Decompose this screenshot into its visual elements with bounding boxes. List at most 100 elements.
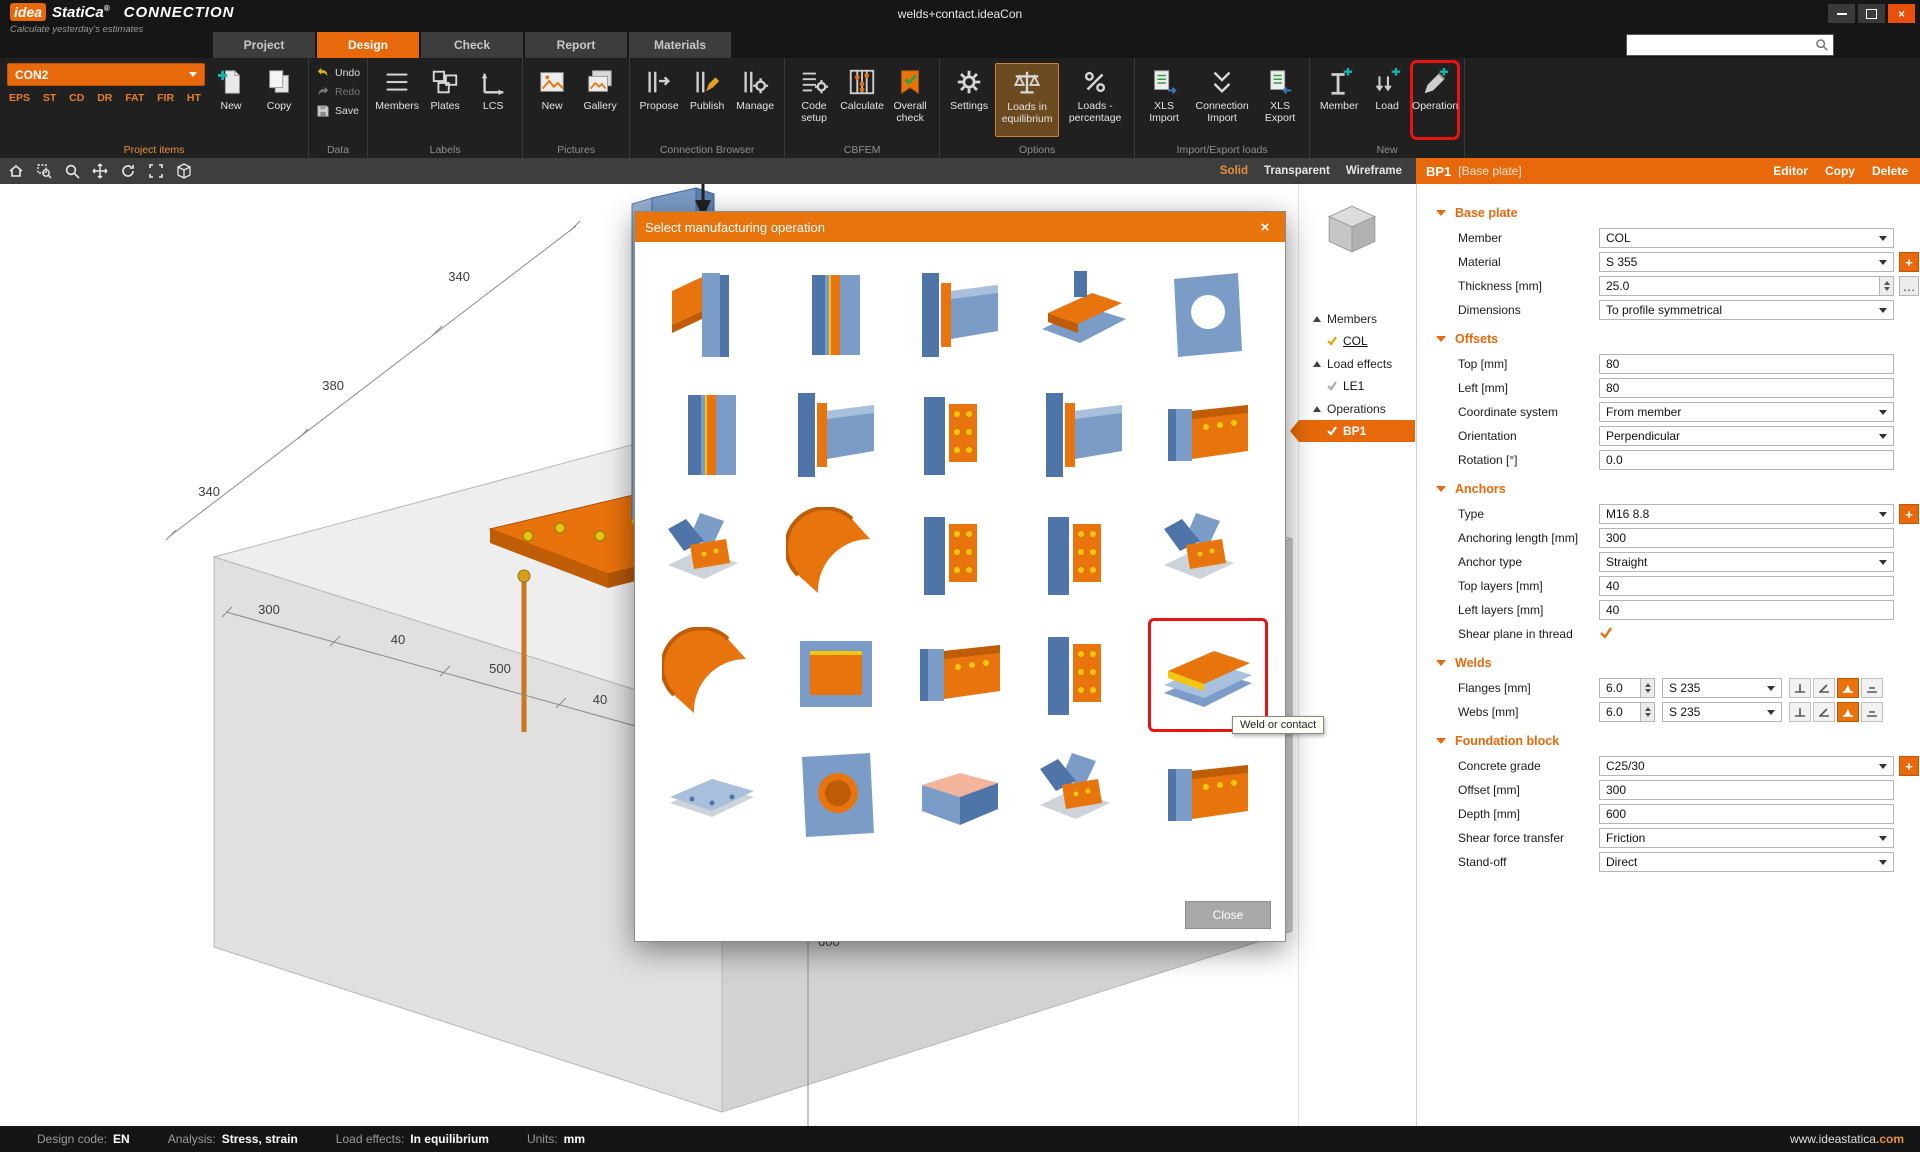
new-load-button[interactable]: Load <box>1365 63 1409 137</box>
picture-gallery-button[interactable]: Gallery <box>578 63 622 137</box>
copy-operation-button[interactable]: Copy <box>1825 164 1855 178</box>
operation-5[interactable] <box>1152 262 1264 368</box>
undo-button[interactable]: Undo <box>316 65 360 81</box>
section-base-plate[interactable]: Base plate <box>1417 200 1920 226</box>
operation-10[interactable] <box>1152 382 1264 488</box>
code-setup-button[interactable]: Code setup <box>792 63 836 137</box>
operation-21[interactable] <box>656 742 768 848</box>
tree-item-col[interactable]: COL <box>1299 330 1417 352</box>
overall-check-button[interactable]: Overall check <box>888 63 932 137</box>
delete-operation-button[interactable]: Delete <box>1872 164 1908 178</box>
standoff-select[interactable]: Direct <box>1599 852 1894 872</box>
code-ht[interactable]: HT <box>187 92 201 104</box>
operation-weld-or-contact[interactable] <box>1152 622 1264 728</box>
manage-button[interactable]: Manage <box>733 63 777 137</box>
operation-3[interactable] <box>904 262 1016 368</box>
tree-item-le1[interactable]: LE1 <box>1299 375 1417 397</box>
webs-size-input[interactable]: 6.0 <box>1599 702 1641 722</box>
labels-plates-button[interactable]: Plates <box>423 63 467 137</box>
section-foundation-block[interactable]: Foundation block <box>1417 728 1920 754</box>
weld-type-butt-icon[interactable] <box>1861 702 1883 722</box>
foundation-offset-input[interactable]: 300 <box>1599 780 1894 800</box>
operation-15[interactable] <box>1152 502 1264 608</box>
minimize-button[interactable] <box>1828 4 1855 23</box>
operation-19[interactable] <box>1028 622 1140 728</box>
operation-12[interactable] <box>780 502 892 608</box>
new-project-item-button[interactable]: New <box>209 63 253 137</box>
anchor-grade-select[interactable]: M16 8.8 <box>1599 504 1894 524</box>
zoom-button[interactable] <box>60 160 84 182</box>
anchor-type-select[interactable]: Straight <box>1599 552 1894 572</box>
weld-type-bevel-icon[interactable] <box>1813 702 1835 722</box>
connection-import-button[interactable]: Connection Import <box>1190 63 1254 137</box>
code-fat[interactable]: DR <box>97 92 112 104</box>
tree-operations-header[interactable]: Operations <box>1299 397 1417 420</box>
home-view-button[interactable] <box>4 160 28 182</box>
shear-force-transfer-select[interactable]: Friction <box>1599 828 1894 848</box>
dialog-close-icon[interactable]: × <box>1255 219 1275 236</box>
orientation-select[interactable]: Perpendicular <box>1599 426 1894 446</box>
weld-type-fillet-icon[interactable] <box>1789 678 1811 698</box>
section-offsets[interactable]: Offsets <box>1417 326 1920 352</box>
weld-type-double-fillet-icon[interactable] <box>1837 678 1859 698</box>
operation-16[interactable] <box>656 622 768 728</box>
operation-2[interactable] <box>780 262 892 368</box>
anchoring-length-input[interactable]: 300 <box>1599 528 1894 548</box>
code-cd[interactable]: CD <box>69 92 84 104</box>
material-select[interactable]: S 355 <box>1599 252 1894 272</box>
thickness-input[interactable]: 25.0 <box>1599 276 1880 296</box>
calculate-button[interactable]: Calculate <box>840 63 884 137</box>
offset-left-input[interactable]: 80 <box>1599 378 1894 398</box>
add-material-button[interactable]: + <box>1899 252 1919 272</box>
operation-18[interactable] <box>904 622 1016 728</box>
code-fat2[interactable]: FAT <box>125 92 144 104</box>
flanges-size-input[interactable]: 6.0 <box>1599 678 1641 698</box>
render-mode-transparent[interactable]: Transparent <box>1264 165 1330 177</box>
thickness-more-button[interactable]: … <box>1899 276 1919 296</box>
section-welds[interactable]: Welds <box>1417 650 1920 676</box>
weld-type-double-fillet-icon[interactable] <box>1837 702 1859 722</box>
operation-23[interactable] <box>904 742 1016 848</box>
search-box[interactable] <box>1626 34 1834 56</box>
loads-percentage-button[interactable]: Loads - percentage <box>1063 63 1127 137</box>
offset-top-input[interactable]: 80 <box>1599 354 1894 374</box>
section-anchors[interactable]: Anchors <box>1417 476 1920 502</box>
concrete-grade-select[interactable]: C25/30 <box>1599 756 1894 776</box>
shear-plane-checkbox[interactable] <box>1599 626 1613 643</box>
operation-11[interactable] <box>656 502 768 608</box>
publish-button[interactable]: Publish <box>685 63 729 137</box>
zoom-window-button[interactable] <box>32 160 56 182</box>
save-button[interactable]: Save <box>316 103 360 119</box>
labels-members-button[interactable]: Members <box>375 63 419 137</box>
operation-22[interactable] <box>780 742 892 848</box>
render-mode-wireframe[interactable]: Wireframe <box>1346 165 1402 177</box>
operation-4[interactable] <box>1028 262 1140 368</box>
new-member-button[interactable]: Member <box>1317 63 1361 137</box>
search-input[interactable] <box>1627 37 1815 53</box>
propose-button[interactable]: Propose <box>637 63 681 137</box>
zoom-fit-button[interactable] <box>144 160 168 182</box>
view-cube-button[interactable] <box>172 160 196 182</box>
dialog-close-button[interactable]: Close <box>1185 901 1271 929</box>
copy-project-item-button[interactable]: Copy <box>257 63 301 137</box>
code-st[interactable]: ST <box>43 92 56 104</box>
close-button[interactable]: × <box>1888 4 1915 23</box>
thickness-stepper[interactable] <box>1880 276 1894 296</box>
tab-report[interactable]: Report <box>525 32 627 58</box>
dimensions-select[interactable]: To profile symmetrical <box>1599 300 1894 320</box>
labels-lcs-button[interactable]: LCS <box>471 63 515 137</box>
foundation-depth-input[interactable]: 600 <box>1599 804 1894 824</box>
operation-17[interactable] <box>780 622 892 728</box>
webs-stepper[interactable] <box>1641 702 1655 722</box>
redo-button[interactable]: Redo <box>316 84 360 100</box>
editor-button[interactable]: Editor <box>1773 164 1808 178</box>
tree-item-bp1[interactable]: BP1 <box>1299 420 1415 442</box>
left-layers-input[interactable]: 40 <box>1599 600 1894 620</box>
operation-14[interactable] <box>1028 502 1140 608</box>
operation-8[interactable] <box>904 382 1016 488</box>
tree-load-effects-header[interactable]: Load effects <box>1299 352 1417 375</box>
operation-24[interactable] <box>1028 742 1140 848</box>
operation-9[interactable] <box>1028 382 1140 488</box>
website-link[interactable]: www.ideastatica.com <box>1790 1132 1904 1146</box>
settings-button[interactable]: Settings <box>947 63 991 137</box>
